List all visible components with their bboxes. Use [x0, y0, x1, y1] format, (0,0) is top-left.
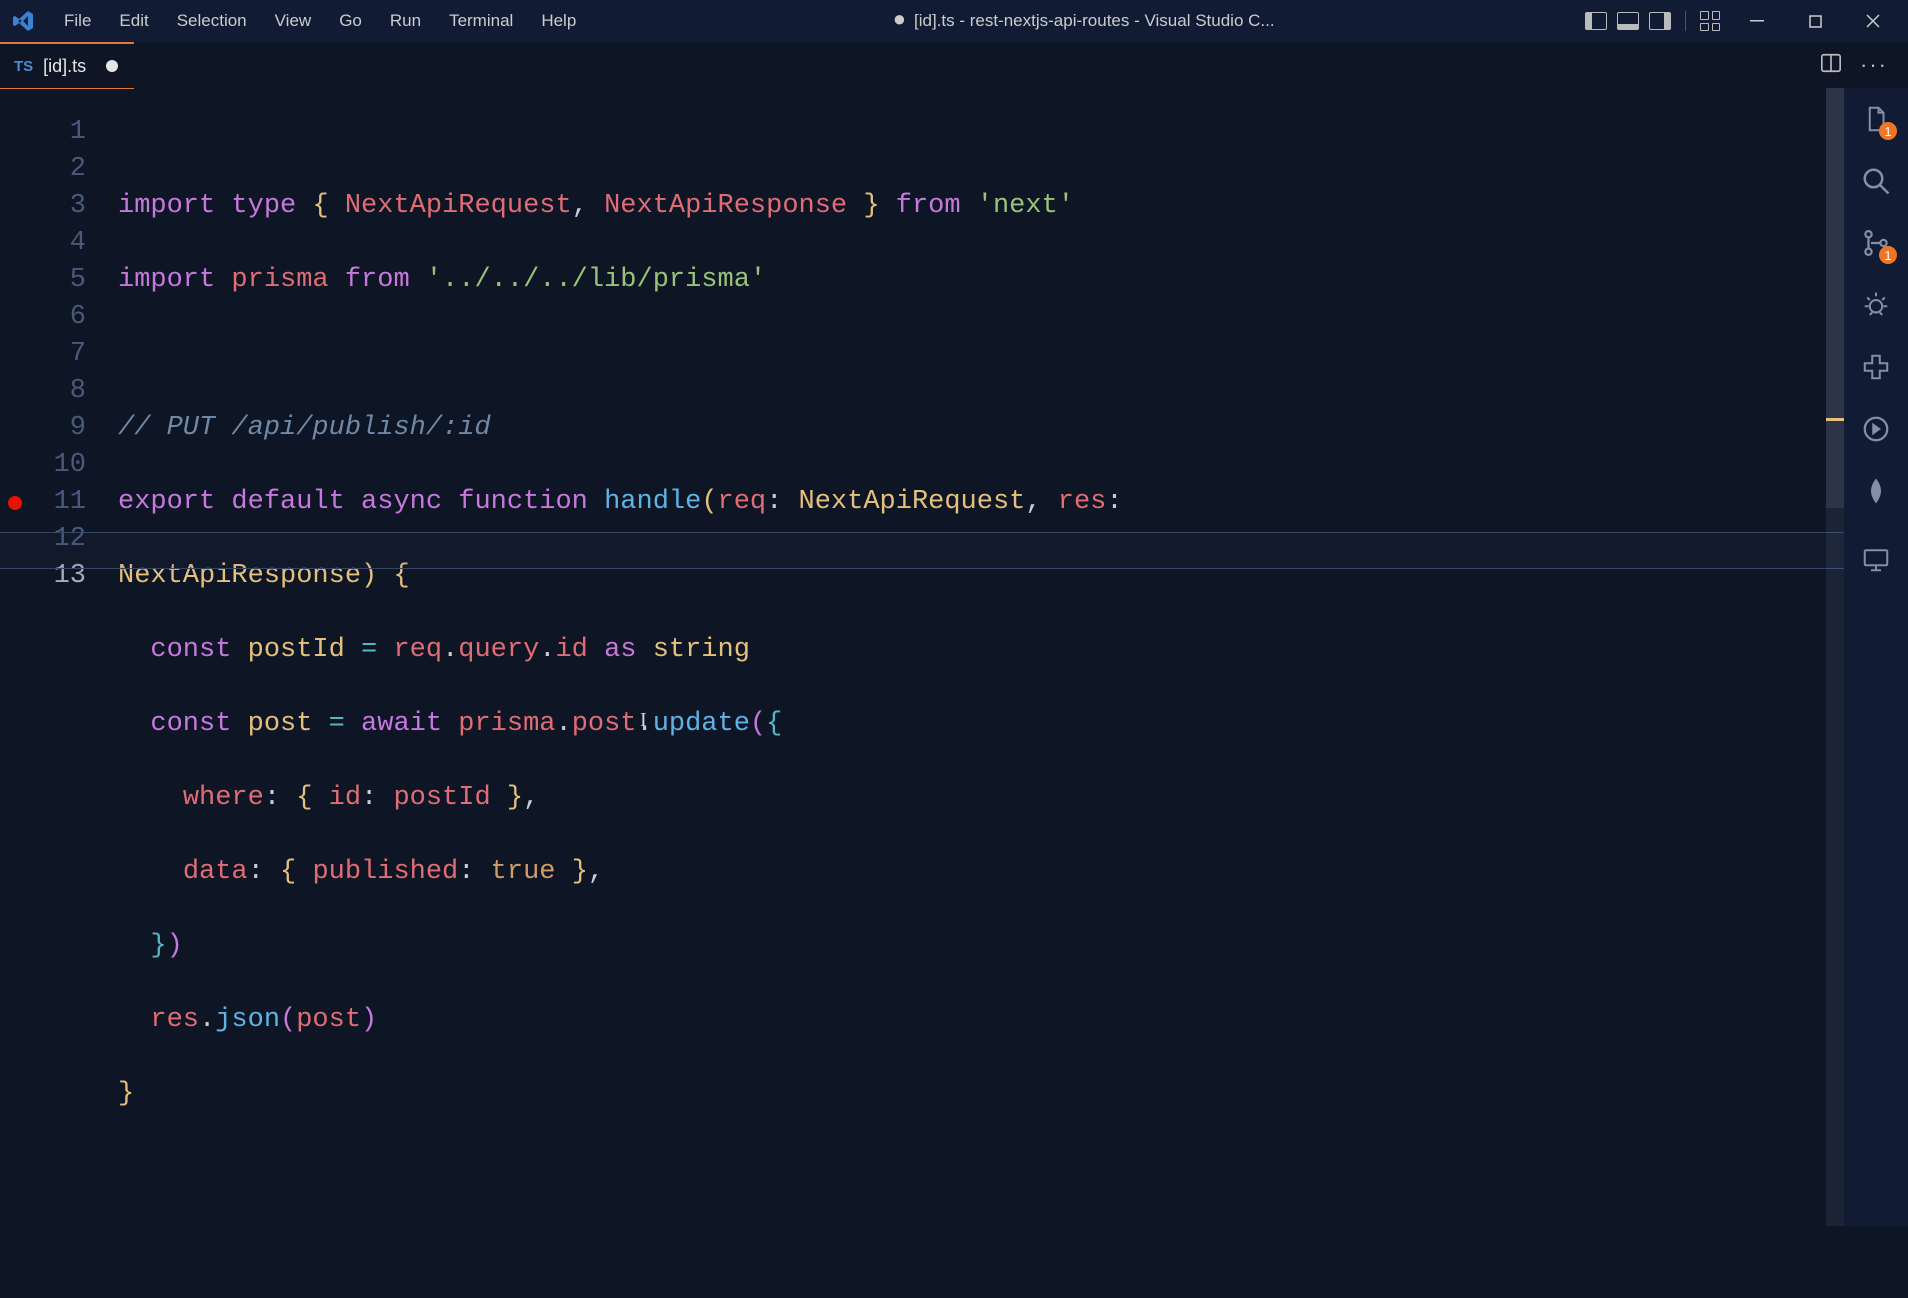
line-number: 7 — [0, 336, 86, 373]
code-line: } — [118, 1076, 1844, 1113]
menu-go[interactable]: Go — [325, 7, 376, 35]
code-line: import prisma from '../../../lib/prisma' — [118, 262, 1844, 299]
menu-selection[interactable]: Selection — [163, 7, 261, 35]
scrollbar-thumb[interactable] — [1826, 88, 1844, 508]
minimize-button[interactable] — [1728, 0, 1786, 42]
line-number-gutter[interactable]: 1 2 3 4 5 6 7 8 9 10 11 12 13 — [0, 88, 100, 1226]
overview-ruler[interactable] — [1826, 88, 1844, 1226]
code-line: const post = await prisma.post.update({ — [118, 706, 1844, 743]
text-cursor-icon: I — [640, 702, 647, 739]
toggle-panel-icon[interactable] — [1617, 12, 1639, 30]
ts-file-icon: TS — [14, 58, 33, 75]
separator — [1685, 11, 1686, 31]
search-icon[interactable] — [1859, 164, 1893, 198]
line-number: 6 — [0, 299, 86, 336]
menu-terminal[interactable]: Terminal — [435, 7, 527, 35]
source-control-icon[interactable]: 1 — [1859, 226, 1893, 260]
menu-run[interactable]: Run — [376, 7, 435, 35]
scm-badge: 1 — [1879, 246, 1897, 264]
more-actions-icon[interactable]: ··· — [1860, 52, 1888, 78]
line-number: 10 — [0, 447, 86, 484]
code-line: data: { published: true }, — [118, 854, 1844, 891]
tab-filename: [id].ts — [43, 56, 86, 77]
line-number: 3 — [0, 188, 86, 225]
line-number: 1 — [0, 114, 86, 151]
editor-actions: ··· — [1820, 42, 1908, 88]
code-line: res.json(post) — [118, 1002, 1844, 1039]
code-line: import type { NextApiRequest, NextApiRes… — [118, 188, 1844, 225]
code-line: // PUT /api/publish/:id — [118, 410, 1844, 447]
tab-bar: TS [id].ts ··· — [0, 42, 1908, 88]
code-line: NextApiResponse) { — [118, 558, 1844, 595]
code-content[interactable]: import type { NextApiRequest, NextApiRes… — [100, 88, 1844, 1226]
code-line — [118, 336, 1844, 373]
split-editor-icon[interactable] — [1820, 52, 1842, 79]
layout-controls — [1585, 11, 1720, 31]
workspace: 1 2 3 4 5 6 7 8 9 10 11 12 13 import typ… — [0, 88, 1908, 1226]
menu-edit[interactable]: Edit — [105, 7, 162, 35]
extensions-icon[interactable] — [1859, 350, 1893, 384]
line-number: 5 — [0, 262, 86, 299]
code-line — [118, 1150, 1844, 1187]
vscode-logo-icon — [6, 9, 40, 33]
menu-help[interactable]: Help — [527, 7, 590, 35]
run-debug-icon[interactable] — [1859, 288, 1893, 322]
tab-dirty-icon — [106, 60, 118, 72]
menu-bar: File Edit Selection View Go Run Terminal… — [50, 7, 590, 35]
title-bar: File Edit Selection View Go Run Terminal… — [0, 0, 1908, 42]
prisma-icon[interactable] — [1859, 412, 1893, 446]
code-editor[interactable]: 1 2 3 4 5 6 7 8 9 10 11 12 13 import typ… — [0, 88, 1844, 1226]
code-line: export default async function handle(req… — [118, 484, 1844, 521]
line-number: 12 — [0, 521, 86, 558]
customize-layout-icon[interactable] — [1700, 11, 1720, 31]
window-controls — [1728, 0, 1902, 42]
code-line: }) — [118, 928, 1844, 965]
toggle-primary-sidebar-icon[interactable] — [1585, 12, 1607, 30]
maximize-button[interactable] — [1786, 0, 1844, 42]
close-button[interactable] — [1844, 0, 1902, 42]
menu-view[interactable]: View — [261, 7, 326, 35]
code-line: const postId = req.query.id as string — [118, 632, 1844, 669]
editor-tab[interactable]: TS [id].ts — [0, 42, 134, 88]
line-number: 9 — [0, 410, 86, 447]
code-line: where: { id: postId }, — [118, 780, 1844, 817]
toggle-secondary-sidebar-icon[interactable] — [1649, 12, 1671, 30]
explorer-badge: 1 — [1879, 122, 1897, 140]
line-number: 13 — [0, 558, 86, 595]
window-title: ● [id].ts - rest-nextjs-api-routes - Vis… — [590, 11, 1577, 31]
window-title-text: [id].ts - rest-nextjs-api-routes - Visua… — [914, 11, 1275, 31]
remote-icon[interactable] — [1859, 542, 1893, 576]
explorer-icon[interactable]: 1 — [1859, 102, 1893, 136]
activity-bar: 1 1 — [1844, 88, 1908, 1226]
breakpoint-icon[interactable] — [8, 496, 22, 510]
line-number: 2 — [0, 151, 86, 188]
line-number: 8 — [0, 373, 86, 410]
line-number: 4 — [0, 225, 86, 262]
menu-file[interactable]: File — [50, 7, 105, 35]
mongodb-icon[interactable] — [1859, 474, 1893, 508]
